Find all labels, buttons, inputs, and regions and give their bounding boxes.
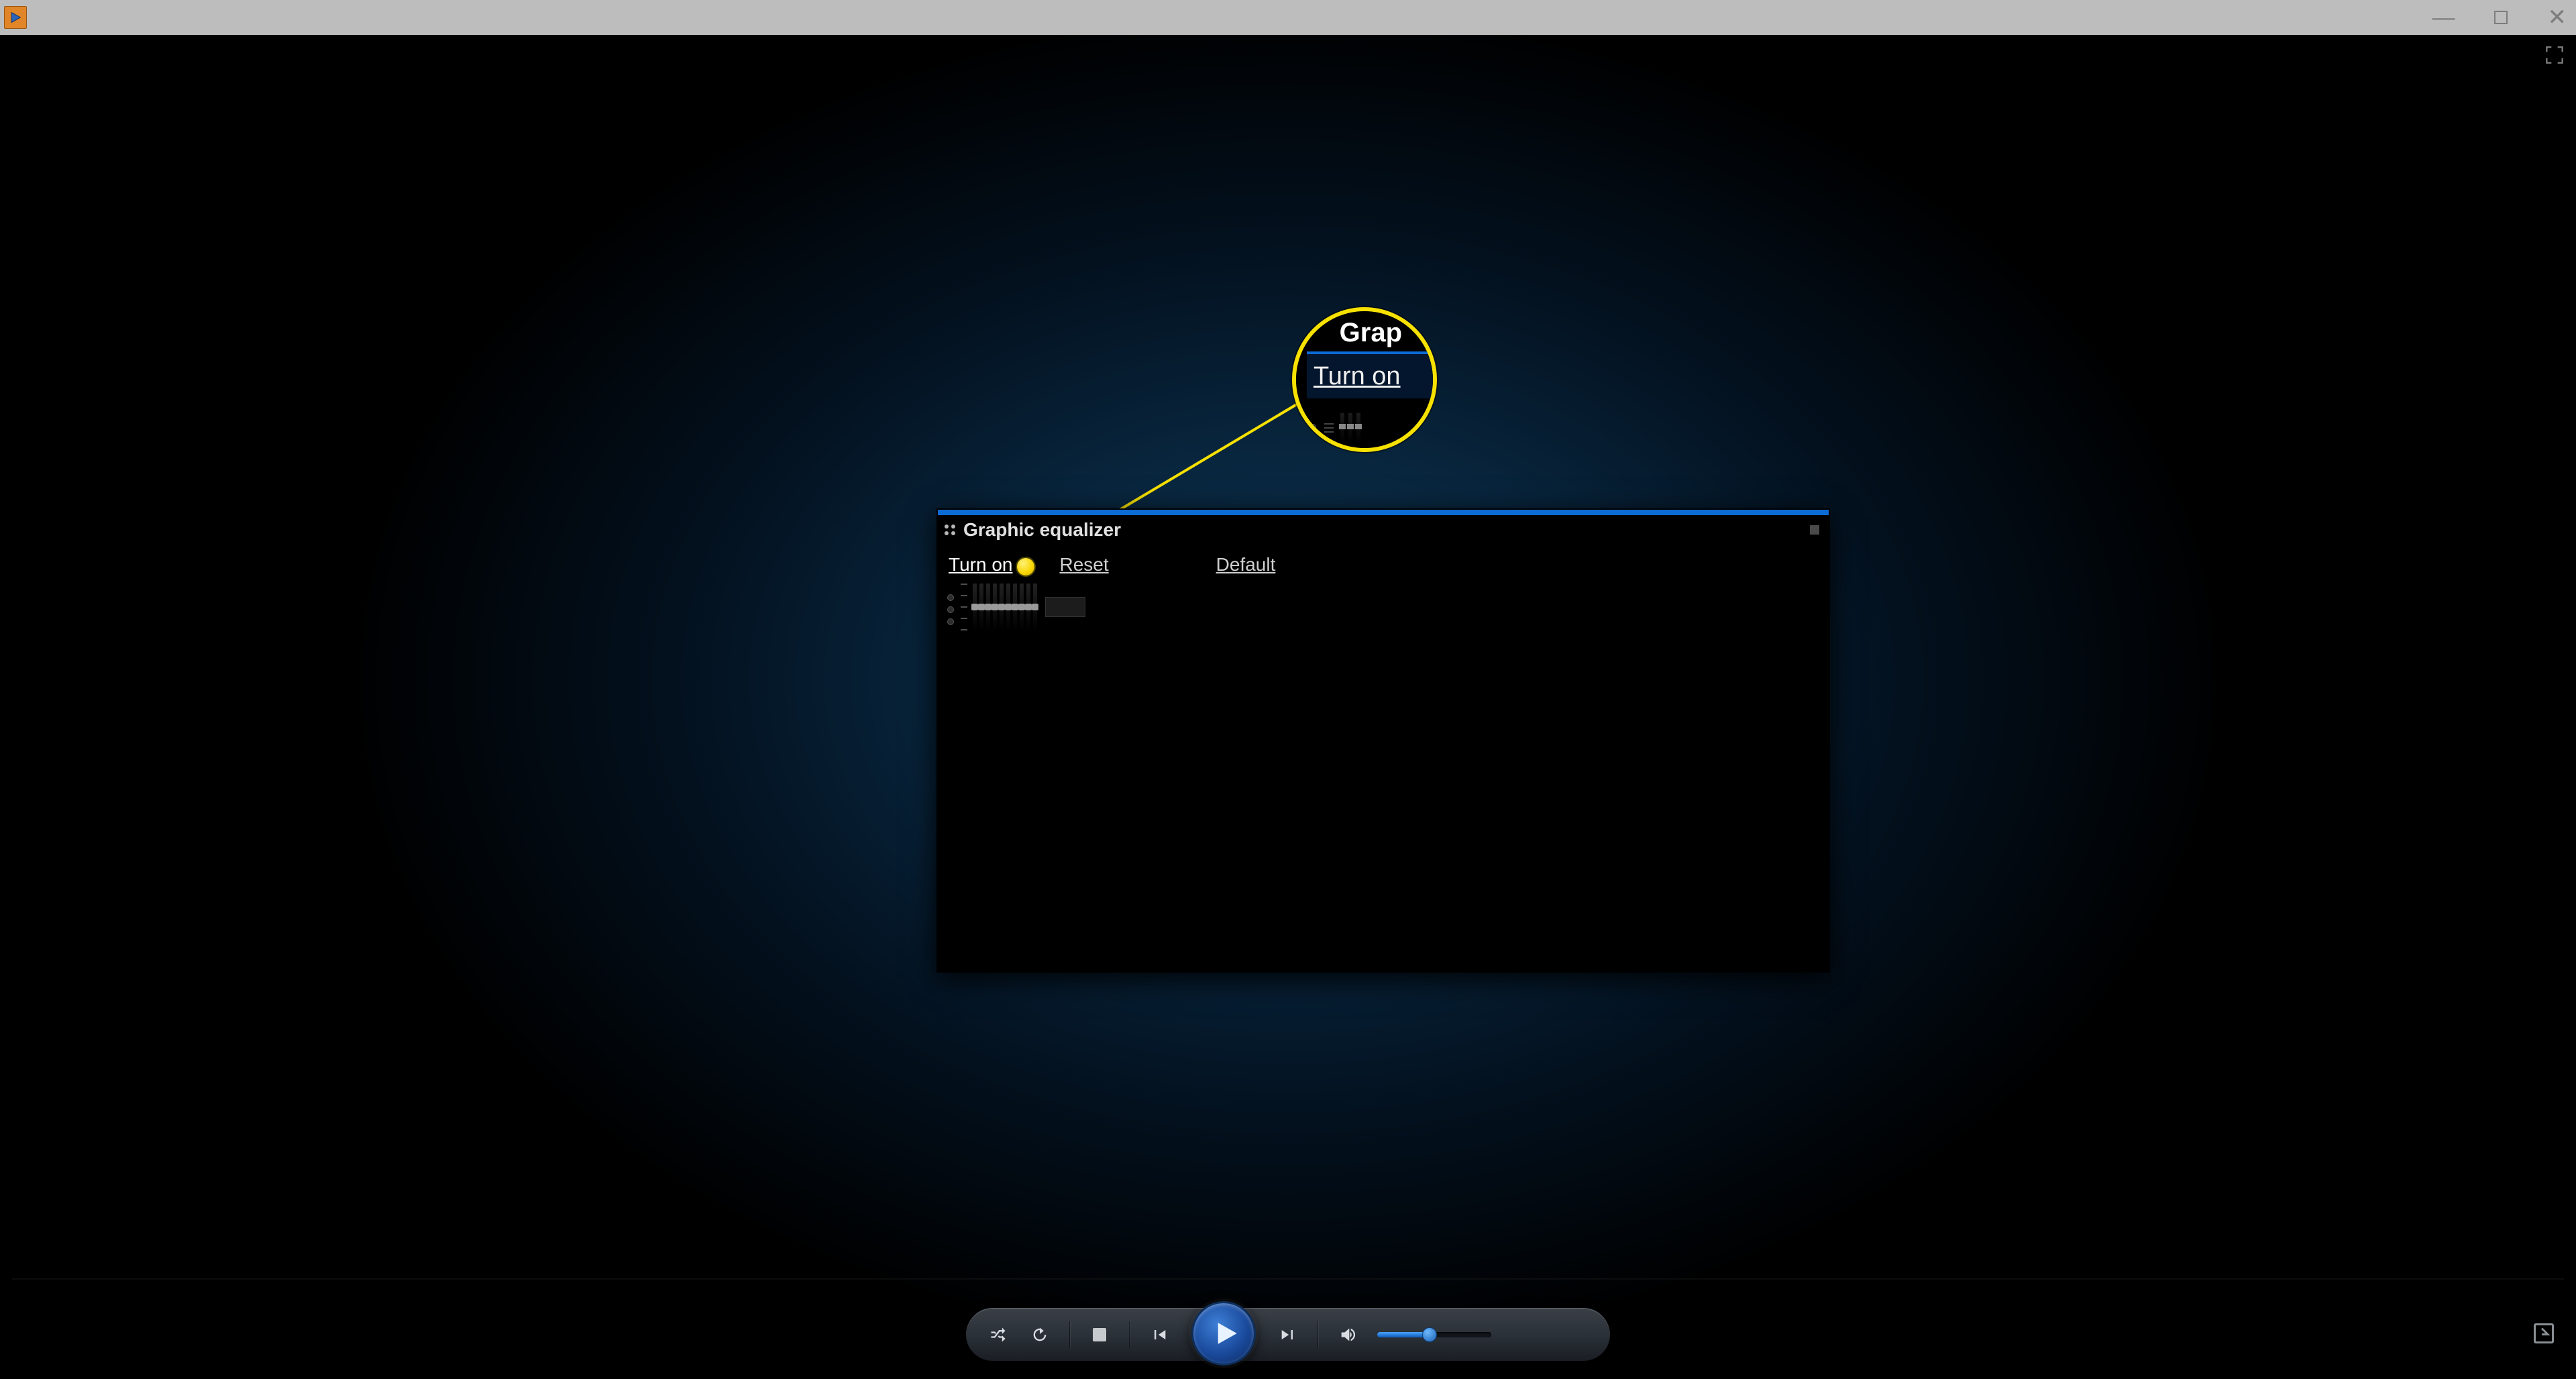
magnifier-highlight-strip: Turn on	[1307, 351, 1433, 398]
magnifier-eq-preview	[1309, 413, 1426, 443]
eq-band-slider[interactable]	[1026, 584, 1030, 630]
titlebar: — ✕	[0, 0, 2576, 35]
equalizer-link-row: Turn on Reset Default	[938, 547, 1829, 585]
stop-button[interactable]	[1087, 1323, 1112, 1347]
eq-band-slider[interactable]	[1020, 584, 1024, 630]
repeat-button[interactable]	[1028, 1323, 1052, 1347]
previous-button[interactable]	[1147, 1323, 1171, 1347]
shuffle-button[interactable]	[986, 1323, 1010, 1347]
eq-mode-radio[interactable]	[947, 618, 954, 625]
equalizer-bands[interactable]	[947, 584, 1085, 630]
default-preset-link[interactable]: Default	[1216, 554, 1276, 575]
magnifier-callout: Grap Turn on	[1292, 307, 1437, 452]
minimize-button[interactable]: —	[2432, 6, 2454, 29]
reset-link[interactable]: Reset	[1059, 554, 1108, 575]
eq-band-slider[interactable]	[993, 584, 997, 630]
eq-band-slider[interactable]	[1000, 584, 1004, 630]
eq-mode-radio[interactable]	[947, 606, 954, 613]
seek-track[interactable]	[12, 1278, 2564, 1280]
separator	[1069, 1321, 1070, 1348]
playback-controls	[966, 1308, 1610, 1362]
highlight-dot-icon	[1017, 558, 1034, 575]
mute-button[interactable]	[1336, 1323, 1360, 1347]
eq-band-slider[interactable]	[1013, 584, 1017, 630]
drag-grip-icon[interactable]	[945, 525, 955, 535]
eq-band-slider[interactable]	[986, 584, 990, 630]
equalizer-close-button[interactable]	[1810, 525, 1819, 535]
eq-mode-radio-group[interactable]	[947, 594, 954, 630]
separator	[1129, 1321, 1130, 1348]
equalizer-header[interactable]: Graphic equalizer	[938, 515, 1829, 547]
volume-slider[interactable]	[1377, 1332, 1491, 1337]
close-button[interactable]: ✕	[2548, 6, 2567, 29]
maximize-button[interactable]	[2494, 11, 2508, 24]
play-button[interactable]	[1191, 1301, 1256, 1366]
eq-band-slider[interactable]	[979, 584, 983, 630]
view-fullscreen-icon[interactable]	[2545, 46, 2564, 64]
eq-band-slider[interactable]	[1033, 584, 1037, 630]
switch-to-library-button[interactable]	[2532, 1321, 2556, 1345]
eq-scale-ticks	[961, 584, 967, 630]
volume-thumb[interactable]	[1422, 1327, 1437, 1342]
player-viewport: Grap Turn on Graphic equalizer	[0, 35, 2576, 1379]
equalizer-title: Graphic equalizer	[963, 519, 1121, 541]
window-controls: — ✕	[2432, 6, 2567, 29]
eq-band-slider[interactable]	[1006, 584, 1010, 630]
magnifier-title-fragment: Grap	[1340, 318, 1402, 348]
eq-preset-select[interactable]	[1045, 597, 1085, 617]
equalizer-panel[interactable]: Graphic equalizer Turn on Reset Default	[936, 508, 1830, 973]
equalizer-title-accent	[938, 510, 1829, 515]
turn-on-link[interactable]: Turn on	[949, 554, 1012, 575]
magnifier-turn-on-link[interactable]: Turn on	[1313, 362, 1401, 391]
eq-mode-radio[interactable]	[947, 594, 954, 601]
eq-band-slider[interactable]	[973, 584, 977, 630]
next-button[interactable]	[1276, 1323, 1300, 1347]
app-icon[interactable]	[4, 6, 27, 29]
